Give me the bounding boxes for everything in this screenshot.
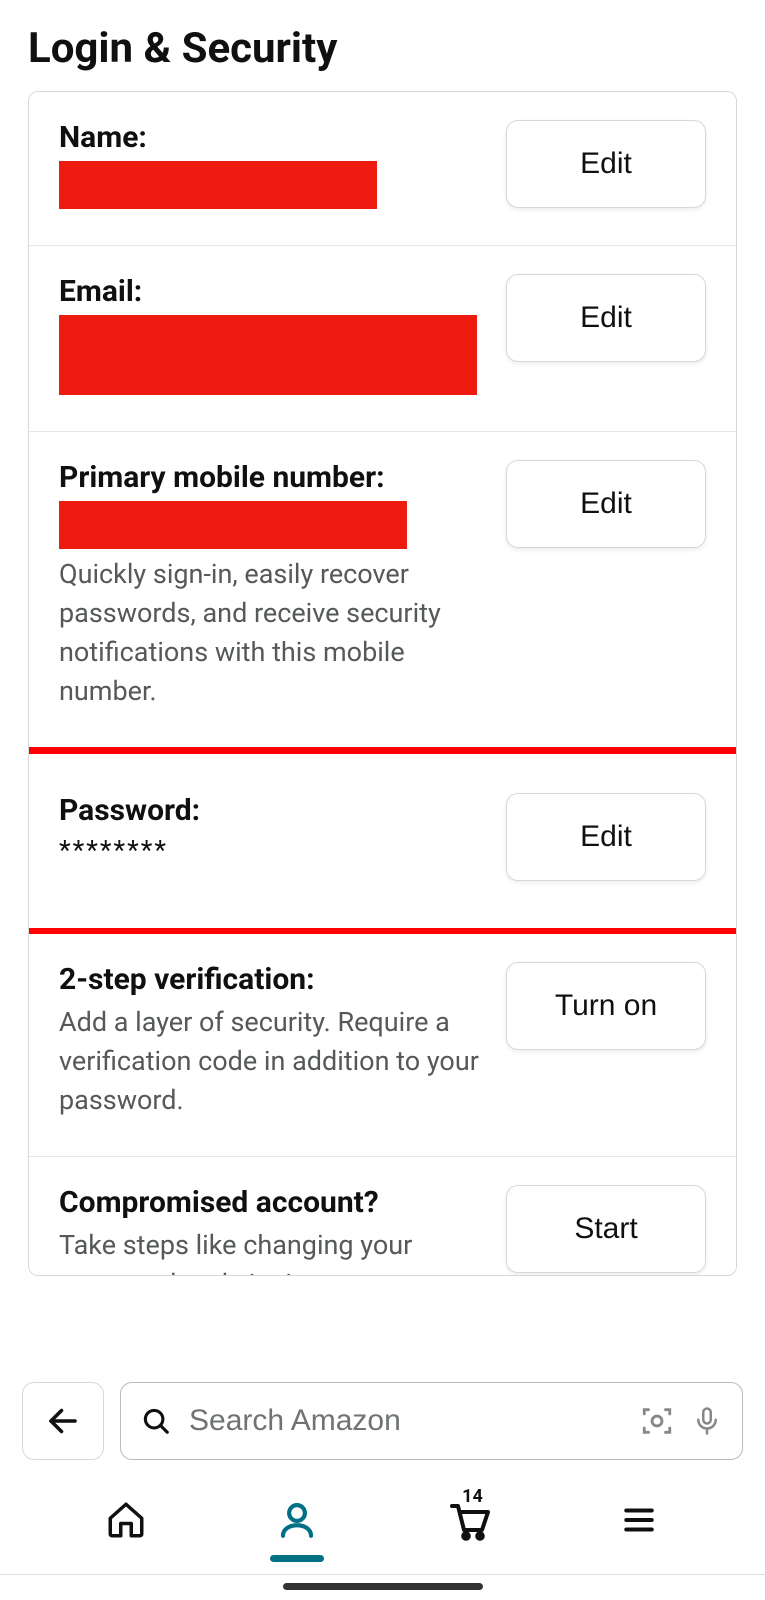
phone-desc: Quickly sign-in, easily recover password…	[59, 555, 486, 712]
cart-count: 14	[462, 1486, 483, 1507]
arrow-left-icon	[45, 1403, 81, 1439]
hamburger-icon	[620, 1501, 658, 1539]
search-input[interactable]	[189, 1404, 622, 1438]
name-redacted	[59, 161, 377, 209]
nav-home[interactable]	[98, 1492, 154, 1548]
search-field[interactable]	[120, 1382, 743, 1460]
home-icon	[105, 1499, 147, 1541]
password-label: Password:	[59, 793, 486, 828]
edit-phone-button[interactable]: Edit	[506, 460, 706, 548]
row-name: Name: Edit	[29, 92, 736, 246]
home-indicator	[283, 1583, 483, 1590]
nav-cart[interactable]: 14	[440, 1492, 496, 1548]
edit-password-button[interactable]: Edit	[506, 793, 706, 881]
nav-account[interactable]	[269, 1492, 325, 1548]
row-compromised: Compromised account? Take steps like cha…	[29, 1157, 736, 1275]
row-phone: Primary mobile number: Quickly sign-in, …	[29, 432, 736, 749]
row-password: Password: ******** Edit	[29, 749, 736, 934]
bottom-bar: 14	[0, 1368, 765, 1600]
edit-email-button[interactable]: Edit	[506, 274, 706, 362]
compromised-label: Compromised account?	[59, 1185, 486, 1220]
back-button[interactable]	[22, 1382, 104, 1460]
settings-card: Name: Edit Email: Edit Primary mobile nu…	[28, 91, 737, 1276]
nav-row: 14	[0, 1470, 765, 1575]
search-icon	[141, 1406, 171, 1436]
user-icon	[276, 1499, 318, 1541]
nav-menu[interactable]	[611, 1492, 667, 1548]
page-title: Login & Security	[0, 0, 765, 91]
name-label: Name:	[59, 120, 486, 155]
twostep-button[interactable]: Turn on	[506, 962, 706, 1050]
edit-name-button[interactable]: Edit	[506, 120, 706, 208]
compromised-desc: Take steps like changing your password a…	[59, 1226, 486, 1275]
email-redacted	[59, 315, 477, 395]
row-email: Email: Edit	[29, 246, 736, 432]
row-twostep: 2-step verification: Add a layer of secu…	[29, 934, 736, 1157]
password-value: ********	[59, 834, 486, 866]
compromised-button[interactable]: Start	[506, 1185, 706, 1273]
twostep-label: 2-step verification:	[59, 962, 486, 997]
twostep-desc: Add a layer of security. Require a verif…	[59, 1003, 486, 1120]
phone-label: Primary mobile number:	[59, 460, 486, 495]
email-label: Email:	[59, 274, 486, 309]
microphone-icon[interactable]	[692, 1404, 722, 1438]
phone-redacted	[59, 501, 407, 549]
camera-scan-icon[interactable]	[640, 1404, 674, 1438]
